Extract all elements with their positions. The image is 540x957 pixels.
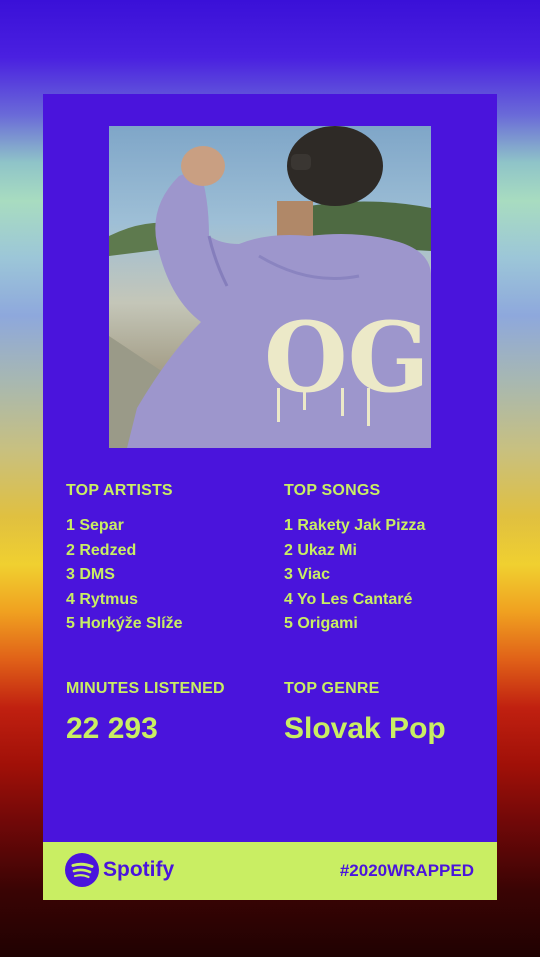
- top-songs-section: TOP SONGS 1 Rakety Jak Pizza 2 Ukaz Mi 3…: [284, 482, 425, 637]
- list-item: 4 Rytmus: [66, 590, 139, 608]
- list-item: 2 Ukaz Mi: [284, 541, 357, 559]
- top-genre-section: TOP GENRE Slovak Pop: [284, 680, 446, 746]
- top-artists-heading: TOP ARTISTS: [66, 482, 173, 499]
- list-item: 1 Rakety Jak Pizza: [284, 517, 426, 534]
- top-songs-list: 1 Rakety Jak Pizza 2 Ukaz Mi 3 Viac 4 Yo…: [284, 514, 425, 637]
- top-artists-section: TOP ARTISTS 1 Separ 2 Redzed 3 DMS 4 Ryt…: [66, 482, 183, 637]
- minutes-listened-section: MINUTES LISTENED 22 293: [66, 680, 225, 746]
- top-genre-heading: TOP GENRE: [284, 680, 380, 697]
- minutes-listened-value: 22 293: [66, 712, 158, 745]
- wrapped-hashtag: #2020WRAPPED: [339, 861, 474, 880]
- footer-bar: Spotify #2020WRAPPED: [43, 842, 497, 900]
- list-item: 3 Viac: [284, 566, 330, 583]
- list-item: 1 Separ: [66, 517, 124, 534]
- spotify-brand: Spotify: [65, 853, 174, 887]
- artist-photo: OG: [109, 126, 431, 448]
- top-songs-heading: TOP SONGS: [284, 482, 381, 499]
- list-item: 5 Origami: [284, 615, 358, 632]
- spotify-wordmark: Spotify: [103, 858, 175, 881]
- top-genre-value: Slovak Pop: [284, 712, 446, 745]
- list-item: 5 Horkýže Slíže: [66, 615, 183, 632]
- shirt-print: OG: [264, 301, 430, 414]
- list-item: 3 DMS: [66, 566, 115, 583]
- list-item: 4 Yo Les Cantaré: [284, 590, 413, 608]
- spotify-logo-icon: [65, 853, 99, 887]
- minutes-listened-heading: MINUTES LISTENED: [66, 680, 225, 697]
- top-artists-list: 1 Separ 2 Redzed 3 DMS 4 Rytmus 5 Horkýž…: [66, 514, 183, 637]
- list-item: 2 Redzed: [66, 541, 137, 559]
